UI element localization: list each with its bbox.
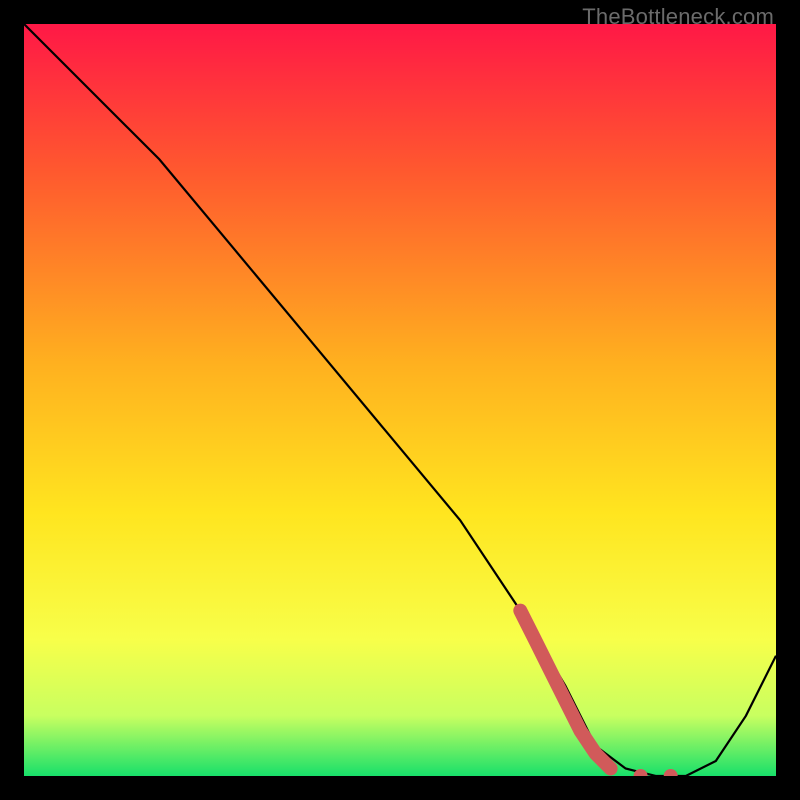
chart-frame <box>24 24 776 776</box>
bottleneck-chart <box>24 24 776 776</box>
